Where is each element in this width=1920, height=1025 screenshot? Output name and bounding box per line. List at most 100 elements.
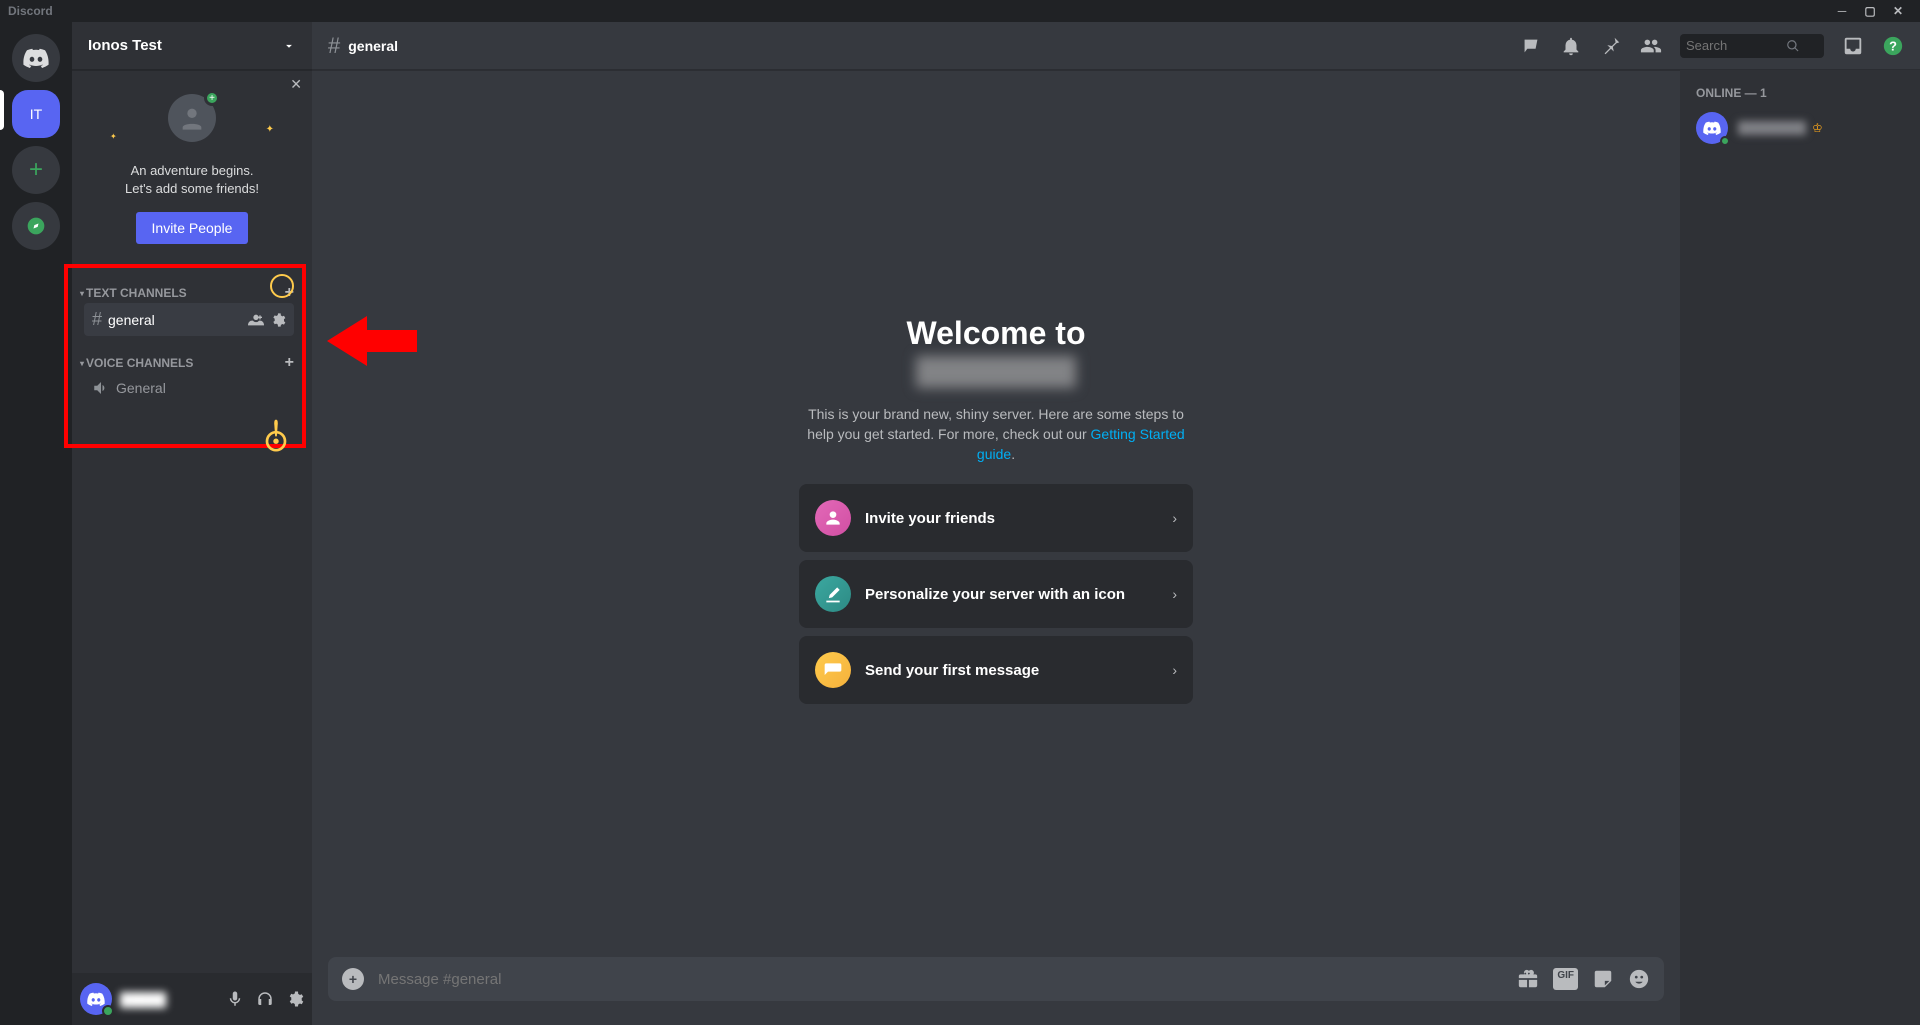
titlebar-app-name: Discord bbox=[8, 4, 53, 18]
invite-people-card: ✕ ✦ + ✦ An adventure begins. Let's add s… bbox=[72, 70, 312, 260]
gift-button[interactable] bbox=[1517, 968, 1539, 990]
user-name-blurred: █████ bbox=[120, 992, 166, 1007]
home-button[interactable] bbox=[12, 34, 60, 82]
welcome-subtitle: This is your brand new, shiny server. He… bbox=[796, 404, 1196, 464]
chevron-down-icon: ▾ bbox=[80, 289, 84, 298]
action-card-invite-friends[interactable]: Invite your friends › bbox=[799, 484, 1193, 552]
mute-mic-button[interactable] bbox=[226, 990, 244, 1008]
header-channel-name: general bbox=[348, 38, 398, 54]
send-message-icon bbox=[815, 652, 851, 688]
sparkle-icon: ✦ bbox=[266, 124, 274, 135]
welcome-title: Welcome to bbox=[907, 315, 1086, 352]
add-server-button[interactable]: + bbox=[12, 146, 60, 194]
window-minimize-icon[interactable]: ─ bbox=[1828, 4, 1856, 18]
chevron-right-icon: › bbox=[1172, 662, 1177, 678]
annotation-arrow-icon bbox=[327, 316, 417, 366]
speaker-icon bbox=[92, 379, 110, 397]
pinned-messages-button[interactable] bbox=[1600, 35, 1622, 57]
invite-people-button[interactable]: Invite People bbox=[136, 212, 249, 244]
chat-main: # general ? Welcome to bbox=[312, 22, 1920, 1025]
window-maximize-icon[interactable]: ▢ bbox=[1856, 4, 1884, 18]
channel-settings-icon[interactable] bbox=[270, 312, 286, 328]
svg-text:?: ? bbox=[1889, 38, 1897, 53]
inbox-button[interactable] bbox=[1842, 35, 1864, 57]
chevron-right-icon: › bbox=[1172, 510, 1177, 526]
active-guild-pill bbox=[0, 90, 4, 130]
discord-logo-icon bbox=[1703, 121, 1721, 135]
member-name-blurred bbox=[1738, 121, 1806, 135]
hash-icon: # bbox=[328, 33, 340, 59]
help-button[interactable]: ? bbox=[1882, 35, 1904, 57]
server-icon-active[interactable]: IT bbox=[12, 90, 60, 138]
friend-avatar-placeholder: + bbox=[168, 94, 216, 142]
voice-channel-general[interactable]: General bbox=[84, 373, 294, 403]
message-input-field[interactable] bbox=[378, 971, 1503, 988]
explore-servers-button[interactable] bbox=[12, 202, 60, 250]
server-name-label: Ionos Test bbox=[88, 37, 162, 54]
chat-body: Welcome to This is your brand new, shiny… bbox=[312, 70, 1680, 1025]
member-avatar bbox=[1696, 112, 1728, 144]
discord-logo-icon bbox=[87, 992, 105, 1006]
person-icon bbox=[178, 104, 206, 132]
window-close-icon[interactable]: ✕ bbox=[1884, 4, 1912, 18]
channel-name-label: General bbox=[116, 380, 166, 396]
chevron-right-icon: › bbox=[1172, 586, 1177, 602]
personalize-server-icon bbox=[815, 576, 851, 612]
message-input[interactable]: + GIF bbox=[328, 957, 1664, 1001]
chat-header: # general ? bbox=[312, 22, 1920, 70]
create-voice-channel-button[interactable]: + bbox=[285, 354, 294, 372]
discord-logo-icon bbox=[23, 48, 49, 68]
member-list-toggle[interactable] bbox=[1640, 35, 1662, 57]
action-card-label: Invite your friends bbox=[865, 510, 995, 527]
owner-crown-icon: ♔ bbox=[1812, 121, 1823, 135]
action-card-label: Send your first message bbox=[865, 662, 1039, 679]
server-header[interactable]: Ionos Test bbox=[72, 22, 312, 70]
deafen-button[interactable] bbox=[256, 990, 274, 1008]
channel-sidebar: Ionos Test ✕ ✦ + ✦ An adventure begins. … bbox=[72, 22, 312, 1025]
invite-card-line1: An adventure begins. bbox=[80, 162, 304, 180]
close-invite-card-icon[interactable]: ✕ bbox=[290, 76, 302, 93]
channel-name-label: general bbox=[108, 312, 155, 328]
compass-icon bbox=[26, 216, 46, 236]
action-card-first-message[interactable]: Send your first message › bbox=[799, 636, 1193, 704]
chevron-down-icon: ▾ bbox=[80, 359, 84, 368]
invite-to-channel-icon[interactable] bbox=[248, 312, 264, 328]
attach-file-button[interactable]: + bbox=[342, 968, 364, 990]
plus-badge-icon: + bbox=[204, 90, 220, 106]
chevron-down-icon bbox=[282, 39, 296, 53]
user-panel: █████ bbox=[72, 973, 312, 1025]
text-channel-general[interactable]: # general bbox=[84, 303, 294, 336]
threads-button[interactable] bbox=[1520, 35, 1542, 57]
search-icon bbox=[1786, 39, 1800, 53]
search-input[interactable] bbox=[1686, 38, 1786, 53]
action-card-personalize[interactable]: Personalize your server with an icon › bbox=[799, 560, 1193, 628]
welcome-section: Welcome to This is your brand new, shiny… bbox=[312, 70, 1680, 957]
create-text-channel-button[interactable]: + bbox=[285, 284, 294, 302]
user-settings-button[interactable] bbox=[286, 990, 304, 1008]
titlebar: Discord ─ ▢ ✕ bbox=[0, 0, 1920, 22]
category-label: VOICE CHANNELS bbox=[86, 356, 193, 370]
annotation-exclaim-icon bbox=[258, 416, 294, 452]
annotation-highlight-box: ▾ TEXT CHANNELS + # general ▾ VOIC bbox=[64, 264, 306, 448]
sticker-button[interactable] bbox=[1592, 968, 1614, 990]
online-header: ONLINE — 1 bbox=[1688, 86, 1912, 100]
invite-card-line2: Let's add some friends! bbox=[80, 180, 304, 198]
voice-channels-category[interactable]: ▾ VOICE CHANNELS + bbox=[76, 348, 302, 372]
emoji-button[interactable] bbox=[1628, 968, 1650, 990]
text-channels-category[interactable]: ▾ TEXT CHANNELS + bbox=[76, 278, 302, 302]
server-abbrev: IT bbox=[30, 106, 42, 122]
search-box[interactable] bbox=[1680, 34, 1824, 58]
notifications-button[interactable] bbox=[1560, 35, 1582, 57]
hash-icon: # bbox=[92, 309, 102, 330]
member-row[interactable]: ♔ bbox=[1688, 108, 1912, 148]
sparkle-icon: ✦ bbox=[110, 132, 117, 141]
gif-button[interactable]: GIF bbox=[1553, 968, 1578, 990]
action-card-label: Personalize your server with an icon bbox=[865, 586, 1125, 603]
user-avatar[interactable] bbox=[80, 983, 112, 1015]
category-label: TEXT CHANNELS bbox=[86, 286, 187, 300]
member-list: ONLINE — 1 ♔ bbox=[1680, 70, 1920, 1025]
server-name-blurred bbox=[916, 356, 1076, 388]
welcome-subtitle-after: . bbox=[1011, 446, 1015, 462]
status-online-icon bbox=[1720, 136, 1730, 146]
invite-friends-icon bbox=[815, 500, 851, 536]
